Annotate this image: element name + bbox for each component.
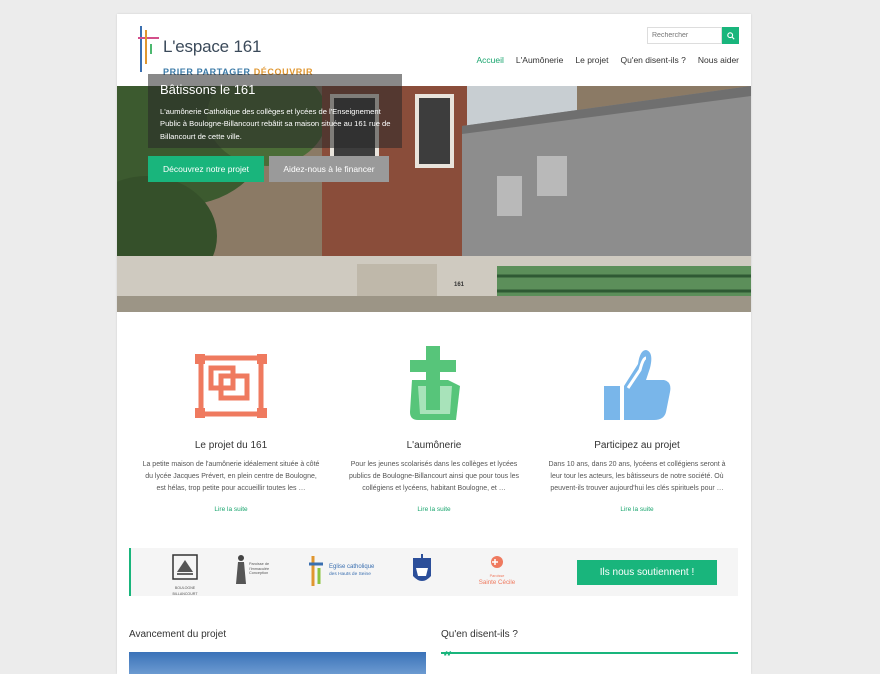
logo-cross-icon [138, 26, 159, 72]
feature-aumonerie: L'aumônerie Pour les jeunes scolarisés d… [344, 344, 524, 513]
nav-item-aumonerie[interactable]: L'Aumônerie [516, 55, 563, 65]
feature-text: Dans 10 ans, dans 20 ans, lycéens et col… [548, 461, 726, 493]
logo-title: L'espace 161 [163, 37, 262, 56]
read-more-link[interactable]: Lire la suite [141, 506, 321, 513]
feature-title: Participez au projet [594, 440, 680, 451]
progress-photo [129, 652, 426, 674]
feature-projet: Le projet du 161 La petite maison de l'a… [141, 344, 321, 513]
partner-immaculee-logo[interactable]: Paroisse de l'Immaculée Conception [235, 554, 279, 589]
nav-item-accueil[interactable]: Accueil [477, 55, 504, 65]
search-button[interactable] [722, 27, 739, 44]
search-form [647, 27, 739, 44]
feature-text: Pour les jeunes scolarisés dans les coll… [348, 461, 520, 493]
partner-boulogne-logo[interactable]: BOULOGNE BILLANCOURT [169, 554, 201, 597]
sainte-cecile-icon [491, 556, 503, 568]
partner-sainte-cecile-logo[interactable]: Paroisse Sainte Cécile [467, 554, 527, 586]
thumbs-up-icon [604, 350, 671, 420]
help-finance-button[interactable]: Aidez-nous à le financer [269, 156, 389, 182]
hero-text: L'aumônerie Catholique des collèges et l… [160, 107, 391, 141]
main-nav: Accueil L'Aumônerie Le projet Qu'en dise… [477, 55, 739, 65]
hero-title: Bâtissons le 161 [160, 82, 256, 97]
nav-item-nous-aider[interactable]: Nous aider [698, 55, 739, 65]
boulogne-crest-icon [172, 554, 198, 580]
quotes-section-title: Qu'en disent-ils ? [441, 629, 518, 640]
quote-mark-icon: “ [443, 648, 453, 667]
partners-banner: BOULOGNE BILLANCOURT Paroisse de l'Immac… [129, 548, 738, 596]
read-more-link[interactable]: Lire la suite [344, 506, 524, 513]
eglise-cross-icon [309, 556, 323, 586]
nav-item-temoignages[interactable]: Qu'en disent-ils ? [620, 55, 685, 65]
partner-eglise-92-logo[interactable]: Eglise catholique des Hauts de Seine [309, 554, 385, 593]
mary-figure-icon [236, 555, 246, 584]
diocese-shield-icon [413, 554, 431, 581]
search-input[interactable] [647, 27, 722, 44]
progress-section-title: Avancement du projet [129, 629, 227, 640]
blueprint-icon [195, 354, 267, 418]
discover-project-button[interactable]: Découvrez notre projet [148, 156, 264, 182]
read-more-link[interactable]: Lire la suite [547, 506, 727, 513]
site-logo[interactable]: L'espace 161 PRIER PARTAGER DÉCOUVRIR [137, 24, 312, 77]
house-number: 161 [454, 282, 465, 288]
quote-divider [441, 652, 738, 654]
feature-text: La petite maison de l'aumônerie idéaleme… [142, 461, 320, 493]
feature-title: Le projet du 161 [194, 440, 268, 451]
nav-item-projet[interactable]: Le projet [575, 55, 608, 65]
cross-book-icon [410, 346, 460, 420]
feature-participez: Participez au projet Dans 10 ans, dans 2… [547, 344, 727, 513]
page: L'espace 161 PRIER PARTAGER DÉCOUVRIR Ac… [117, 14, 751, 674]
search-icon [726, 31, 735, 40]
partner-diocese-logo[interactable] [411, 554, 435, 593]
feature-title: L'aumônerie [406, 440, 462, 451]
supporters-button[interactable]: Ils nous soutiennent ! [577, 560, 717, 585]
